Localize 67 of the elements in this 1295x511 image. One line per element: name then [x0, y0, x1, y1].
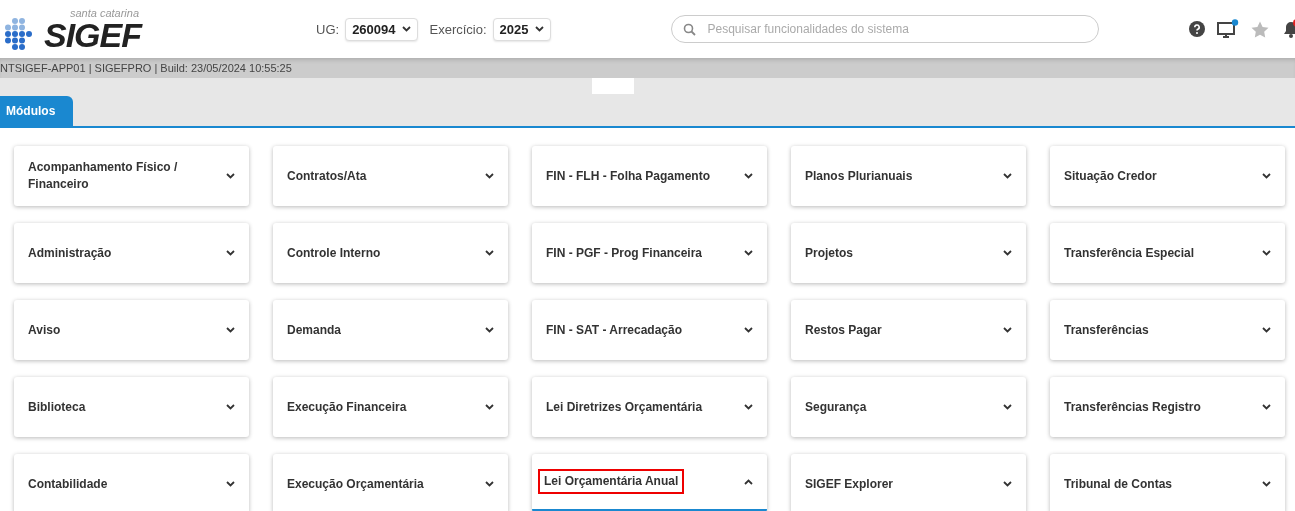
build-info: NTSIGEF-APP01 | SIGEFPRO | Build: 23/05/2024 10:55:25 [0, 58, 1295, 78]
module-card[interactable]: Transferência Especial [1050, 223, 1285, 283]
caret-down-icon [1003, 404, 1012, 410]
caret-down-icon [485, 404, 494, 410]
logo-tagline: santa catarina [69, 7, 140, 19]
module-card[interactable]: Contabilidade [14, 454, 249, 511]
ug-label: UG: [316, 21, 340, 37]
caret-down-icon [744, 327, 753, 333]
module-card[interactable]: Tribunal de Contas [1050, 454, 1285, 511]
bell-icon[interactable] [1281, 19, 1295, 39]
caret-down-icon [226, 250, 235, 256]
module-card[interactable]: Lei Orçamentária Anual [532, 454, 767, 511]
caret-down-icon [485, 250, 494, 256]
caret-down-icon [744, 404, 753, 410]
module-card[interactable]: Aviso [14, 300, 249, 360]
module-card[interactable]: Transferências [1050, 300, 1285, 360]
caret-down-icon [744, 250, 753, 256]
star-icon[interactable] [1251, 20, 1269, 38]
monitor-icon[interactable] [1217, 19, 1239, 39]
module-card[interactable]: FIN - SAT - Arrecadação [532, 300, 767, 360]
module-card[interactable]: Planos Plurianuais [791, 146, 1026, 206]
search-icon [682, 23, 696, 36]
caret-down-icon [1003, 250, 1012, 256]
exercicio-label: Exercício: [429, 21, 487, 37]
caret-down-icon [1003, 481, 1012, 487]
caret-down-icon [1262, 250, 1271, 256]
caret-up-icon [744, 478, 753, 485]
module-card[interactable]: SIGEF Explorer [791, 454, 1026, 511]
module-card[interactable]: Restos Pagar [791, 300, 1026, 360]
exercicio-select[interactable]: 2025 [492, 17, 551, 41]
module-card[interactable]: Projetos [791, 223, 1026, 283]
module-card[interactable]: Execução Financeira [273, 377, 508, 437]
caret-down-icon [485, 173, 494, 179]
module-card[interactable]: Acompanhamento Físico / Financeiro [14, 146, 249, 206]
module-card[interactable]: Segurança [791, 377, 1026, 437]
caret-down-icon [401, 26, 411, 32]
blank-block [592, 78, 634, 94]
caret-down-icon [534, 26, 544, 32]
caret-down-icon [226, 173, 235, 179]
caret-down-icon [1262, 481, 1271, 487]
caret-down-icon [485, 327, 494, 333]
module-card[interactable]: Contratos/Ata [273, 146, 508, 206]
caret-down-icon [744, 173, 753, 179]
module-card[interactable]: Biblioteca [14, 377, 249, 437]
logo-wordmark: SIGEF [44, 18, 142, 51]
module-card[interactable]: Lei Diretrizes Orçamentária [532, 377, 767, 437]
ug-select[interactable]: 260094 [345, 17, 418, 41]
help-icon[interactable] [1189, 21, 1205, 37]
caret-down-icon [1262, 404, 1271, 410]
module-card[interactable]: Administração [14, 223, 249, 283]
caret-down-icon [226, 327, 235, 333]
search-field[interactable]: Pesquisar funcionalidades do sistema [670, 15, 1099, 43]
module-card[interactable]: Situação Credor [1050, 146, 1285, 206]
caret-down-icon [1003, 327, 1012, 333]
module-card[interactable]: Demanda [273, 300, 508, 360]
modules-tab[interactable]: Módulos [0, 96, 74, 126]
caret-down-icon [1003, 173, 1012, 179]
module-card[interactable]: FIN - FLH - Folha Pagamento [532, 146, 767, 206]
module-card[interactable]: Controle Interno [273, 223, 508, 283]
module-card[interactable]: Transferências Registro [1050, 377, 1285, 437]
caret-down-icon [485, 481, 494, 487]
module-card[interactable]: FIN - PGF - Prog Financeira [532, 223, 767, 283]
module-card[interactable]: Execução Orçamentária [273, 454, 508, 511]
caret-down-icon [1262, 173, 1271, 179]
caret-down-icon [226, 404, 235, 410]
caret-down-icon [226, 481, 235, 487]
caret-down-icon [1262, 327, 1271, 333]
